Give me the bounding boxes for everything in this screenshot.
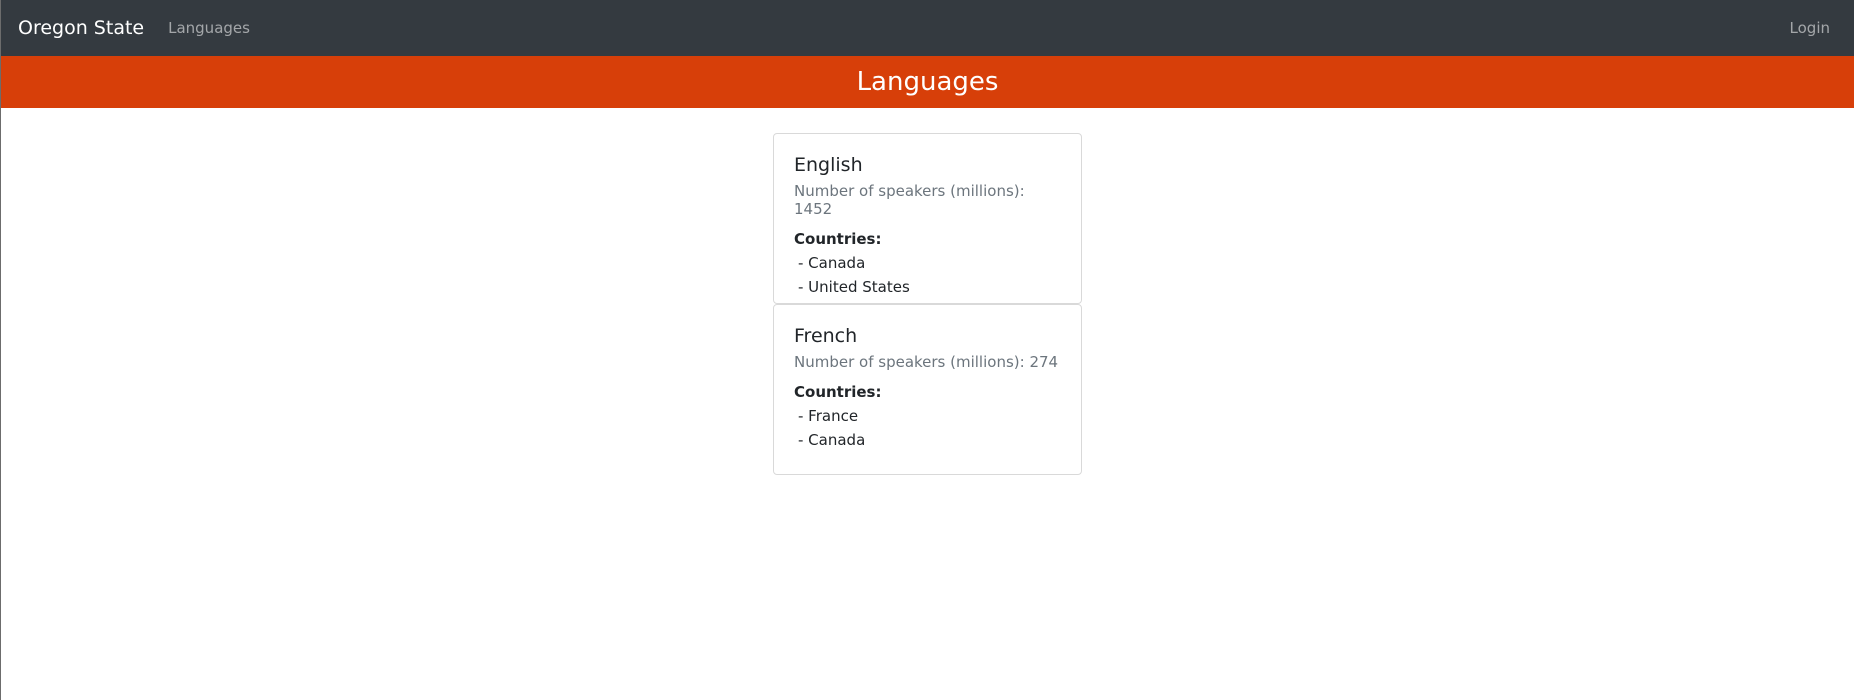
speakers-count: Number of speakers (millions): 274 <box>794 353 1059 371</box>
language-card-french: French Number of speakers (millions): 27… <box>773 304 1082 475</box>
country-item: - France <box>798 407 859 425</box>
page-title: Languages <box>856 67 999 97</box>
speakers-count: Number of speakers (millions): 1452 <box>794 182 1025 218</box>
country-item: - United States <box>798 278 910 296</box>
countries-label: Countries: <box>794 383 882 401</box>
language-name: French <box>794 325 858 347</box>
country-item: - Canada <box>798 254 866 272</box>
page-banner: Languages <box>1 56 1854 108</box>
login-link[interactable]: Login <box>1790 19 1830 37</box>
top-navbar: Oregon State Languages Login <box>1 0 1854 56</box>
nav-link-languages[interactable]: Languages <box>168 19 250 37</box>
page: Oregon State Languages Login Languages E… <box>0 0 1854 700</box>
language-card-english: English Number of speakers (millions): 1… <box>773 133 1082 304</box>
countries-label: Countries: <box>794 230 882 248</box>
country-item: - Canada <box>798 431 866 449</box>
language-card-list: English Number of speakers (millions): 1… <box>773 133 1082 475</box>
language-name: English <box>794 154 863 176</box>
brand-link[interactable]: Oregon State <box>18 17 144 39</box>
